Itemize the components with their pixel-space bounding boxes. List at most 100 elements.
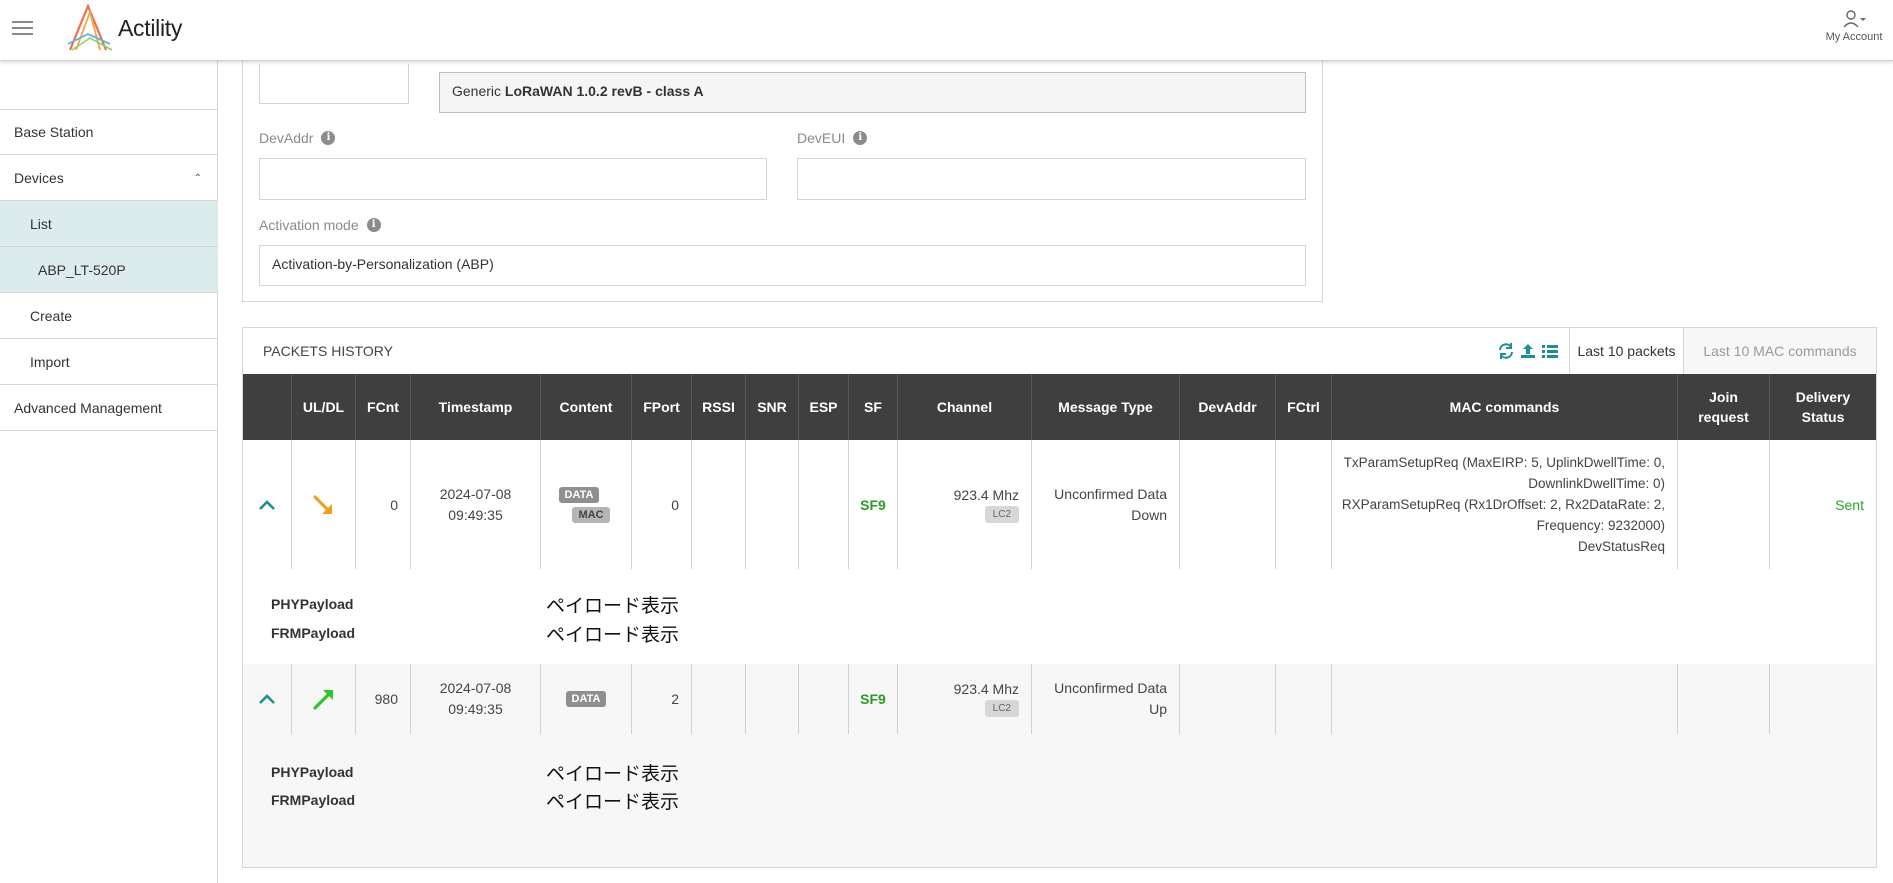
column-header-expand	[243, 374, 292, 440]
packets-history-panel: PACKETS HISTORY Last 10 packets Last 10 …	[242, 327, 1877, 868]
devaddr-field[interactable]	[259, 158, 767, 200]
logo-text: Actility	[118, 14, 183, 41]
sidebar-item-create[interactable]: Create	[0, 293, 218, 339]
top-header: Actility My Account	[0, 0, 1893, 61]
channel-frequency: 923.4 Mhz	[953, 681, 1019, 697]
column-header-ul-dl[interactable]: UL/DL	[292, 374, 356, 440]
sidebar-item-label: Advanced Management	[14, 399, 162, 416]
table-row[interactable]: 980 2024-07-08 09:49:35 DATA 2 SF9 923.4…	[243, 664, 1876, 734]
collapse-row-button[interactable]	[243, 664, 292, 734]
phy-payload-show-link[interactable]: ペイロード表示	[546, 759, 679, 786]
tab-last-10-packets[interactable]: Last 10 packets	[1569, 328, 1683, 374]
message-type-line-2: Down	[1131, 506, 1167, 523]
data-badge: DATA	[565, 691, 607, 707]
ul-dl-cell	[292, 664, 356, 734]
deveui-label: DevEUI i	[797, 130, 868, 146]
phy-payload-show-link[interactable]: ペイロード表示	[546, 591, 679, 618]
tab-last-10-mac-commands[interactable]: Last 10 MAC commands	[1683, 328, 1876, 374]
packets-history-title: PACKETS HISTORY	[263, 343, 393, 359]
content-cell: DATA MAC	[541, 440, 632, 569]
column-header-fctrl[interactable]: FCtrl	[1276, 374, 1332, 440]
column-header-fport[interactable]: FPort	[632, 374, 692, 440]
timestamp-date: 2024-07-08	[439, 485, 512, 502]
delivery-status-cell	[1770, 664, 1876, 734]
actility-logo-mark-icon	[67, 4, 113, 51]
column-header-mac-commands[interactable]: MAC commands	[1332, 374, 1678, 440]
actility-logo[interactable]: Actility	[66, 4, 182, 52]
mac-command-line: DownlinkDwellTime: 0)	[1528, 476, 1665, 491]
packets-history-header: PACKETS HISTORY Last 10 packets Last 10 …	[243, 328, 1876, 374]
uplink-arrow-icon	[312, 690, 333, 710]
downlink-arrow-icon	[312, 494, 332, 514]
tab-label: Last 10 packets	[1577, 343, 1676, 359]
ul-dl-cell	[292, 440, 356, 569]
column-header-sf[interactable]: SF	[849, 374, 898, 440]
timestamp-date: 2024-07-08	[439, 680, 512, 696]
info-icon[interactable]: i	[321, 131, 336, 145]
sidebar-item-label: ABP_LT-520P	[38, 261, 126, 278]
user-account-icon	[1843, 10, 1866, 28]
hamburger-menu-icon[interactable]	[12, 19, 33, 37]
delivery-status-cell: Sent	[1835, 496, 1864, 513]
mac-commands-cell: TxParamSetupReq (MaxEIRP: 5, UplinkDwell…	[1332, 440, 1678, 569]
deveui-field[interactable]	[797, 158, 1306, 200]
column-header-channel[interactable]: Channel	[898, 374, 1032, 440]
frm-payload-show-link[interactable]: ペイロード表示	[546, 787, 679, 814]
channel-cell: 923.4 Mhz LC2	[898, 440, 1032, 569]
frm-payload-show-link[interactable]: ペイロード表示	[546, 620, 679, 647]
message-type-line-1: Unconfirmed Data	[1054, 485, 1167, 502]
fport-cell: 0	[632, 440, 692, 569]
chevron-up-icon	[259, 694, 275, 704]
join-request-cell	[1678, 440, 1770, 569]
sidebar-item-import[interactable]: Import	[0, 339, 218, 385]
column-header-delivery-status[interactable]: Delivery Status	[1770, 374, 1876, 440]
content-cell: DATA	[541, 664, 632, 734]
column-header-join-request[interactable]: Join request	[1678, 374, 1770, 440]
sidebar-item-label: Create	[30, 307, 73, 324]
info-icon[interactable]: i	[853, 131, 868, 145]
fctrl-cell	[1276, 440, 1332, 569]
channel-badge: LC2	[984, 505, 1019, 523]
sidebar-item-label: Import	[30, 353, 70, 370]
mac-command-line: DevStatusReq	[1577, 539, 1665, 554]
column-header-snr[interactable]: SNR	[746, 374, 799, 440]
mac-command-line: TxParamSetupReq (MaxEIRP: 5, UplinkDwell…	[1343, 455, 1665, 470]
device-details-panel: Generic LoRaWAN 1.0.2 revB - class A Dev…	[242, 50, 1323, 302]
phy-payload-label: PHYPayload	[271, 764, 354, 780]
column-header-esp[interactable]: ESP	[799, 374, 849, 440]
sidebar-item-abp-lt-520p[interactable]: ABP_LT-520P	[0, 247, 218, 293]
activation-mode-field[interactable]: Activation-by-Personalization (ABP)	[259, 245, 1306, 286]
timestamp-time: 09:49:35	[448, 701, 503, 717]
timestamp-cell: 2024-07-08 09:49:35	[411, 440, 541, 569]
fctrl-cell	[1276, 664, 1332, 734]
column-header-message-type[interactable]: Message Type	[1032, 374, 1180, 440]
export-upload-icon[interactable]	[1519, 342, 1537, 360]
sidebar-item-advanced-management[interactable]: Advanced Management	[0, 385, 218, 431]
rssi-cell	[692, 664, 746, 734]
sf-cell: SF9	[849, 440, 898, 569]
message-type-line-1: Unconfirmed Data	[1054, 680, 1167, 696]
channel-cell: 923.4 Mhz LC2	[898, 664, 1032, 734]
sidebar-item-list[interactable]: List	[0, 201, 218, 247]
frm-payload-label: FRMPayload	[271, 792, 356, 808]
column-header-timestamp[interactable]: Timestamp	[411, 374, 541, 440]
column-header-fcnt[interactable]: FCnt	[356, 374, 411, 440]
mac-badge: MAC	[572, 506, 610, 523]
message-type-cell: Unconfirmed Data Down	[1032, 440, 1180, 569]
column-header-rssi[interactable]: RSSI	[692, 374, 746, 440]
activation-mode-label: Activation mode i	[259, 217, 381, 233]
chevron-up-icon	[259, 499, 275, 510]
column-header-content[interactable]: Content	[541, 374, 632, 440]
activation-mode-value: Activation-by-Personalization (ABP)	[272, 256, 494, 272]
row-1-payload-details: PHYPayload ペイロード表示 FRMPayload ペイロード表示	[243, 569, 1876, 664]
packets-table-header: UL/DL FCnt Timestamp Content FPort RSSI …	[243, 374, 1876, 440]
column-header-devaddr[interactable]: DevAddr	[1180, 374, 1276, 440]
sidebar-item-devices[interactable]: Devices ⌃	[0, 155, 218, 201]
table-row[interactable]: 0 2024-07-08 09:49:35 DATA MAC 0 SF9 923…	[243, 440, 1876, 569]
sidebar-item-base-station[interactable]: Base Station	[0, 109, 218, 155]
refresh-icon[interactable]	[1497, 342, 1515, 360]
my-account-menu[interactable]: My Account	[1819, 10, 1889, 44]
info-icon[interactable]: i	[366, 218, 381, 232]
list-view-icon[interactable]	[1541, 342, 1559, 360]
collapse-row-button[interactable]	[243, 440, 292, 569]
